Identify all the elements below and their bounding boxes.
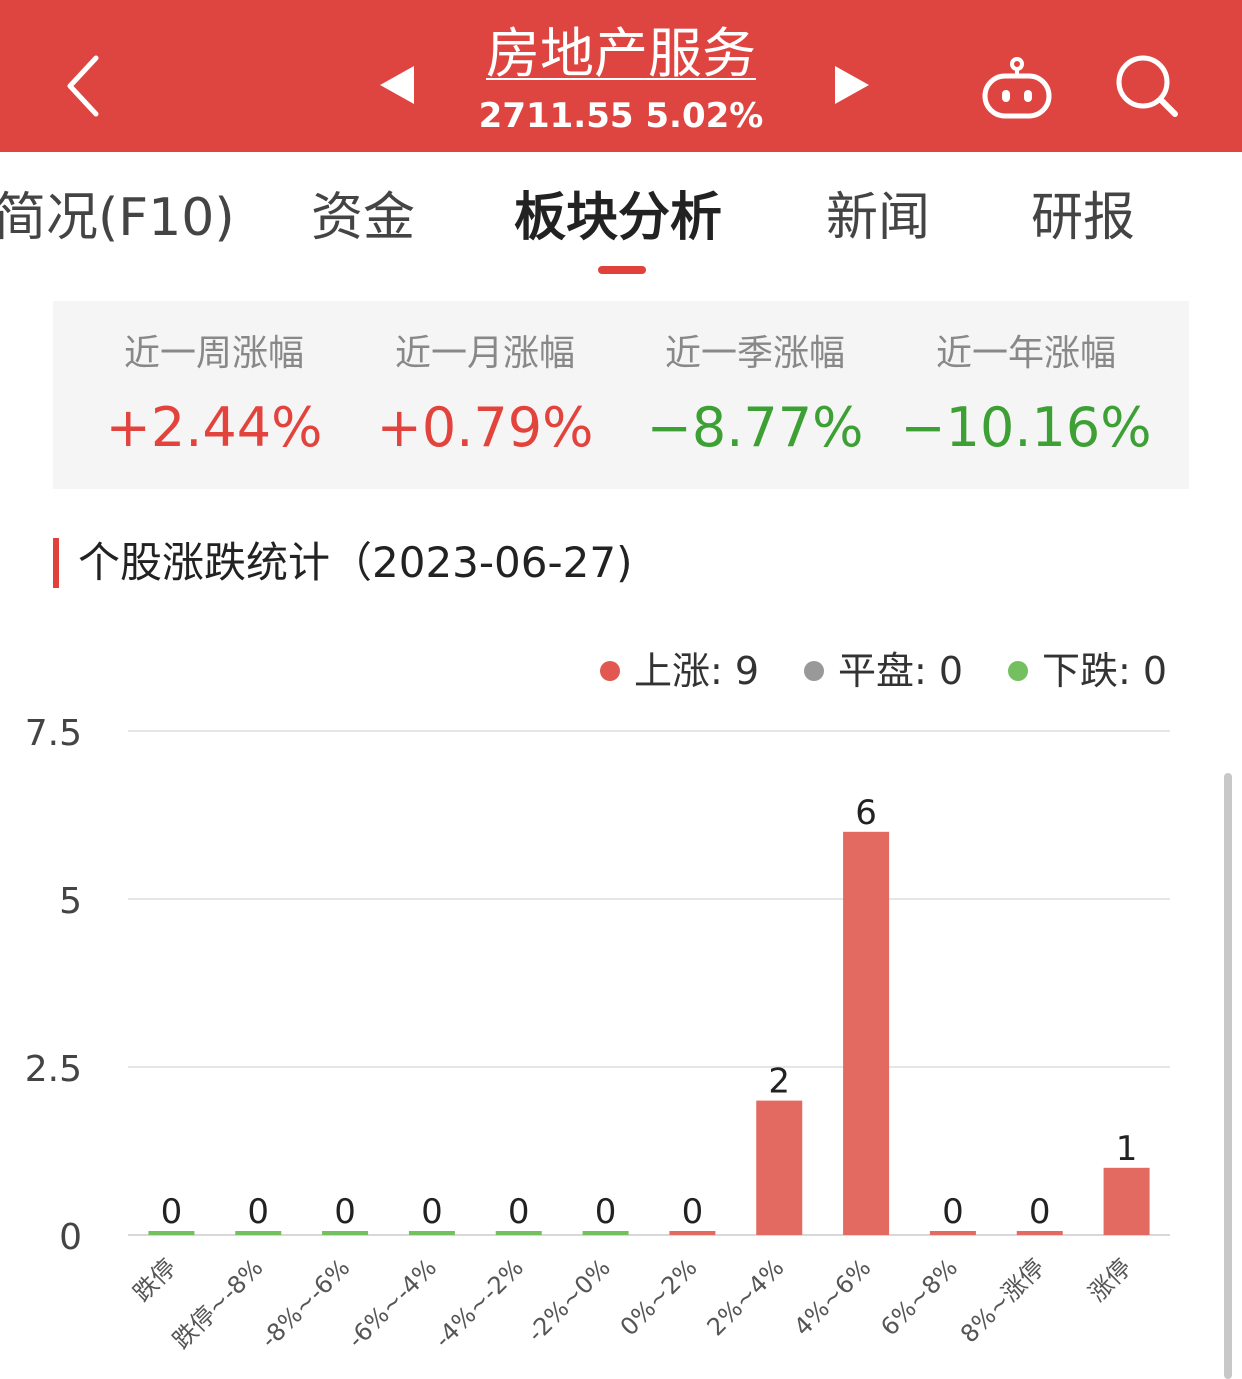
y-tick-label: 2.5 <box>25 1049 82 1090</box>
y-tick-label: 7.5 <box>25 713 82 754</box>
legend-dot-up <box>600 660 620 681</box>
tab-bar: 简况(F10) 资金 板块分析 新闻 研报 <box>0 152 1242 292</box>
stat-label: 近一周涨幅 <box>123 333 304 374</box>
tab-research[interactable]: 研报 <box>1031 186 1135 250</box>
legend-dot-flat <box>804 660 824 681</box>
stat-week: 近一周涨幅 +2.44% <box>79 331 349 463</box>
stat-month: 近一月涨幅 +0.79% <box>350 331 620 463</box>
y-tick-label: 0 <box>59 1217 82 1258</box>
x-tick-label: -6%~-4% <box>342 1253 442 1353</box>
x-tick-label: -8%~-6% <box>255 1253 355 1353</box>
index-quote: 2711.55 5.02% <box>478 96 764 136</box>
data-label: 0 <box>334 1192 356 1232</box>
search-icon[interactable] <box>1113 52 1181 120</box>
stat-year: 近一年涨幅 −10.16% <box>891 331 1161 463</box>
data-label: 0 <box>247 1192 269 1232</box>
bar <box>1103 1167 1150 1235</box>
tab-funds[interactable]: 资金 <box>311 186 415 250</box>
legend-label: 下跌: 0 <box>1042 649 1168 693</box>
prev-triangle-icon[interactable] <box>380 66 416 108</box>
tab-overview[interactable]: 简况(F10) <box>0 186 235 250</box>
x-tick-label: -4%~-2% <box>429 1253 529 1353</box>
active-tab-indicator <box>598 266 646 274</box>
x-tick-label: 涨停 <box>1083 1253 1137 1307</box>
robot-icon[interactable] <box>980 56 1054 120</box>
x-tick-label: 跌停 <box>128 1253 182 1307</box>
stat-label: 近一月涨幅 <box>394 333 575 374</box>
x-tick-label: 2%~4% <box>702 1253 790 1341</box>
stat-value: −8.77% <box>646 396 864 459</box>
page-title[interactable]: 房地产服务 <box>421 22 821 86</box>
scrollbar[interactable] <box>1224 773 1232 1379</box>
x-tick-label: 8%~涨停 <box>955 1253 1050 1348</box>
section-title: 个股涨跌统计（2023-06-27) <box>78 538 633 587</box>
tab-sector-analysis[interactable]: 板块分析 <box>514 186 722 250</box>
legend-label: 上涨: 9 <box>634 649 760 693</box>
data-label: 0 <box>1029 1192 1051 1232</box>
performance-summary: 近一周涨幅 +2.44% 近一月涨幅 +0.79% 近一季涨幅 −8.77% 近… <box>53 301 1189 489</box>
stat-label: 近一年涨幅 <box>935 333 1116 374</box>
stat-quarter: 近一季涨幅 −8.77% <box>620 331 890 463</box>
tab-news[interactable]: 新闻 <box>826 186 930 250</box>
bar <box>756 1100 803 1235</box>
bar <box>843 831 890 1235</box>
data-label: 0 <box>421 1192 443 1232</box>
section-accent-bar <box>53 538 59 588</box>
x-tick-label: 6%~8% <box>875 1253 963 1341</box>
title-block: 房地产服务 2711.55 5.02% <box>421 22 821 138</box>
stat-value: +2.44% <box>105 396 323 459</box>
data-label: 0 <box>508 1192 530 1232</box>
stat-value: +0.79% <box>376 396 594 459</box>
data-label: 6 <box>855 793 877 833</box>
app-header: 房地产服务 2711.55 5.02% <box>0 0 1242 152</box>
data-label: 0 <box>595 1192 617 1232</box>
legend-down[interactable]: 下跌: 0 <box>1008 648 1167 694</box>
legend-flat[interactable]: 平盘: 0 <box>804 648 963 694</box>
back-arrow-icon[interactable] <box>62 52 112 122</box>
next-triangle-icon[interactable] <box>833 66 869 108</box>
legend-dot-down <box>1008 660 1028 681</box>
x-tick-label: 4%~6% <box>788 1253 876 1341</box>
distribution-bar-chart: 0 2.5 5 7.5 0 跌停 0 跌停~-8% 0 -8%~-6% 0 -6%~-4% 0 -4%~-… <box>25 713 1170 1354</box>
stat-value: −10.16% <box>900 396 1152 459</box>
legend-label: 平盘: 0 <box>838 649 964 693</box>
stat-label: 近一季涨幅 <box>664 333 845 374</box>
data-label: 2 <box>768 1062 790 1102</box>
x-tick-label: -2%~0% <box>522 1253 616 1347</box>
x-tick-label: 跌停~-8% <box>167 1253 268 1354</box>
legend-up[interactable]: 上涨: 9 <box>600 648 759 694</box>
data-label: 0 <box>161 1192 183 1232</box>
data-label: 0 <box>682 1192 704 1232</box>
data-label: 1 <box>1116 1129 1138 1169</box>
data-label: 0 <box>942 1192 964 1232</box>
y-tick-label: 5 <box>59 881 82 922</box>
x-tick-label: 0%~2% <box>615 1253 703 1341</box>
